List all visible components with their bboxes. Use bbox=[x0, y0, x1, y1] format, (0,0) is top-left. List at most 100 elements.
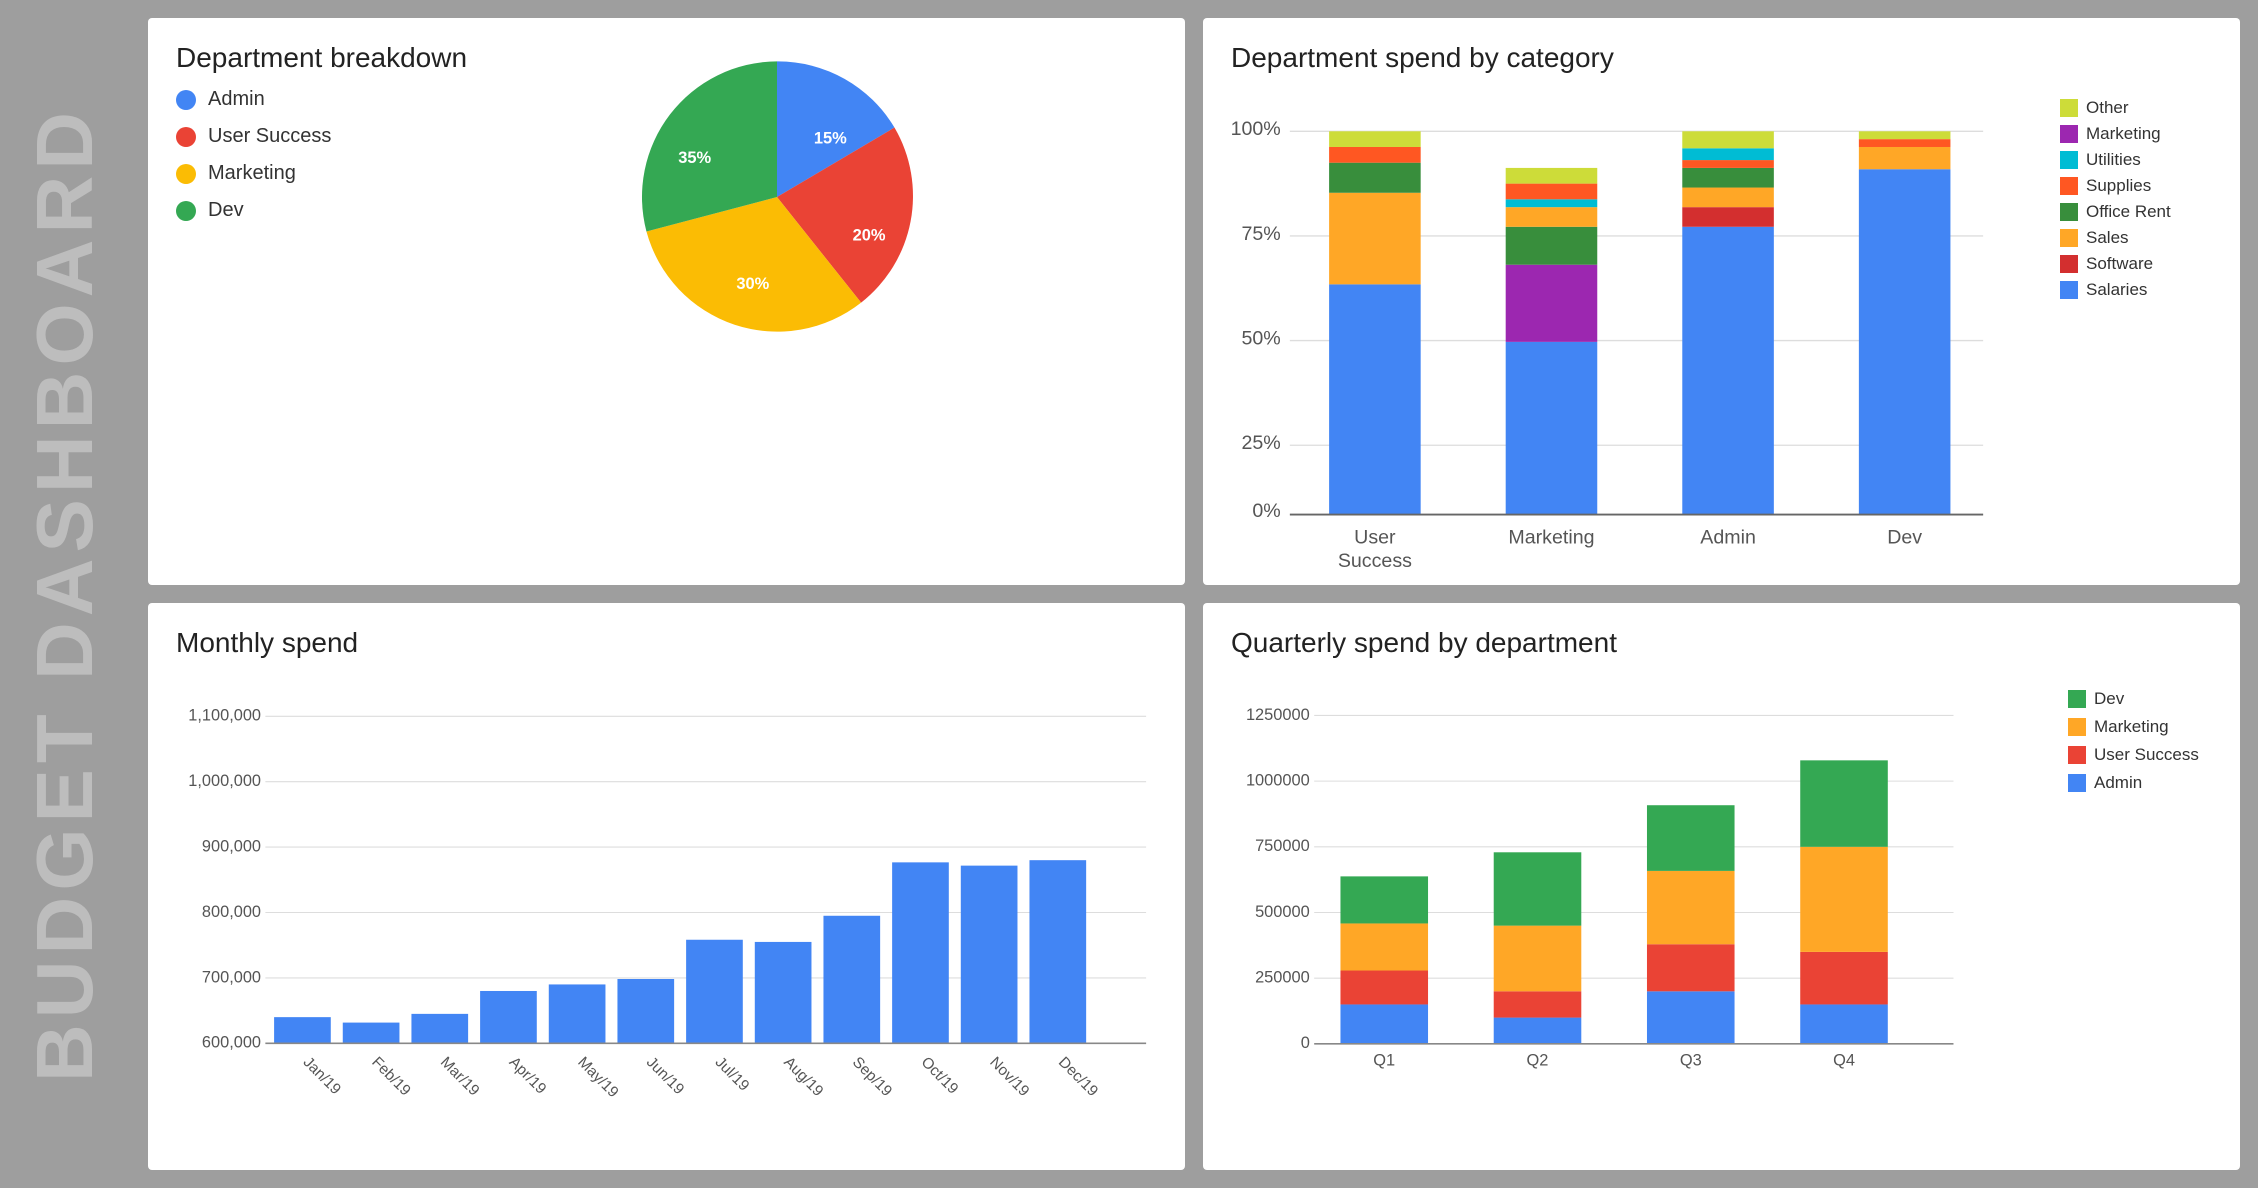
y-25: 25% bbox=[1241, 432, 1280, 454]
q3-marketing bbox=[1647, 871, 1735, 944]
bar-dev-sales bbox=[1859, 147, 1951, 169]
bar-mkt-officerent bbox=[1506, 227, 1598, 265]
label-q2: Q2 bbox=[1527, 1052, 1549, 1070]
label-q4: Q4 bbox=[1833, 1052, 1855, 1070]
label-admin: Admin bbox=[1700, 526, 1756, 548]
label-mar: Mar/19 bbox=[437, 1054, 483, 1100]
quarterly-spend-card: Quarterly spend by department 1250000 10… bbox=[1203, 603, 2240, 1170]
bar-nov bbox=[961, 866, 1018, 1044]
mkt-sq bbox=[2060, 125, 2078, 143]
bar-adm-utilities bbox=[1682, 148, 1774, 160]
label-sep: Sep/19 bbox=[849, 1054, 895, 1100]
q1-dev bbox=[1340, 876, 1428, 923]
y-900000: 900,000 bbox=[202, 837, 261, 855]
q2-usersuccess bbox=[1494, 991, 1582, 1017]
monthly-spend-card: Monthly spend 1,100,000 1,000,000 900,00… bbox=[148, 603, 1185, 1170]
ql-usersuccess: User Success bbox=[2068, 745, 2212, 765]
ql-admin-label: Admin bbox=[2094, 773, 2142, 793]
bar-us-sales bbox=[1329, 193, 1421, 285]
stacked-bar-title: Department spend by category bbox=[1231, 42, 2212, 74]
bar-dec bbox=[1029, 860, 1086, 1043]
pie-container: 15% 20% 30% 35% bbox=[396, 42, 1157, 352]
bar-jun bbox=[617, 979, 674, 1043]
bar-dev-other bbox=[1859, 131, 1951, 139]
label-dec: Dec/19 bbox=[1055, 1054, 1101, 1100]
label-feb: Feb/19 bbox=[368, 1054, 414, 1100]
q3-usersuccess bbox=[1647, 944, 1735, 991]
ql-admin: Admin bbox=[2068, 773, 2212, 793]
quarterly-legend: Dev Marketing User Success Admin bbox=[2052, 673, 2212, 1152]
y-50: 50% bbox=[1241, 328, 1280, 350]
bar-mkt-salaries bbox=[1506, 342, 1598, 515]
label-jul: Jul/19 bbox=[712, 1054, 753, 1095]
qy-0: 0 bbox=[1301, 1034, 1310, 1052]
stacked-bar-svg: 100% 75% 50% 25% 0% bbox=[1231, 88, 2042, 567]
y-600000: 600,000 bbox=[202, 1034, 261, 1052]
label-jan: Jan/19 bbox=[300, 1054, 344, 1098]
label-q3: Q3 bbox=[1680, 1052, 1702, 1070]
legend-officerent: Office Rent bbox=[2060, 202, 2212, 222]
bar-adm-other bbox=[1682, 131, 1774, 148]
pie-user-success-label: 20% bbox=[852, 227, 885, 245]
y-75: 75% bbox=[1241, 223, 1280, 245]
qy-750000: 750000 bbox=[1255, 837, 1310, 855]
bar-adm-officerent bbox=[1682, 168, 1774, 188]
bar-dev-supplies bbox=[1859, 139, 1951, 147]
bar-us-officerent bbox=[1329, 163, 1421, 193]
sidebar: BUDGET DASHBOARD bbox=[0, 0, 130, 1188]
marketing-label: Marketing bbox=[208, 162, 296, 185]
bar-may bbox=[549, 984, 606, 1043]
qy-1250000: 1250000 bbox=[1246, 706, 1310, 724]
q1-usersuccess bbox=[1340, 971, 1428, 1005]
pie-dev-label: 35% bbox=[678, 149, 711, 167]
quarterly-spend-title: Quarterly spend by department bbox=[1231, 627, 2212, 659]
pie-admin-label: 15% bbox=[813, 130, 846, 148]
other-label: Other bbox=[2086, 98, 2129, 118]
legend-supplies: Supplies bbox=[2060, 176, 2212, 196]
label-user-success2: Success bbox=[1338, 550, 1412, 567]
y-1100000: 1,100,000 bbox=[188, 707, 261, 725]
software-label: Software bbox=[2086, 254, 2153, 274]
bar-mar bbox=[411, 1014, 468, 1043]
pie-chart-card: Department breakdown Admin User Success … bbox=[148, 18, 1185, 585]
bar-sep bbox=[823, 916, 880, 1044]
salaries-label: Salaries bbox=[2086, 280, 2147, 300]
mkt-label: Marketing bbox=[2086, 124, 2161, 144]
supplies-label: Supplies bbox=[2086, 176, 2151, 196]
bar-jan bbox=[274, 1017, 331, 1043]
officerent-sq bbox=[2060, 203, 2078, 221]
bar-mkt-utilities bbox=[1506, 199, 1598, 207]
y-1000000: 1,000,000 bbox=[188, 772, 261, 790]
bar-mkt-marketing bbox=[1506, 265, 1598, 342]
legend-admin: Admin bbox=[176, 88, 467, 111]
officerent-label: Office Rent bbox=[2086, 202, 2171, 222]
y-0: 0% bbox=[1252, 500, 1280, 522]
legend-util: Utilities bbox=[2060, 150, 2212, 170]
bar-aug bbox=[755, 942, 812, 1043]
dev-label: Dev bbox=[208, 199, 244, 222]
ql-marketing: Marketing bbox=[2068, 717, 2212, 737]
label-dev: Dev bbox=[1887, 526, 1922, 548]
pie-legend: Admin User Success Marketing Dev bbox=[176, 88, 467, 222]
ql-usersuccess-label: User Success bbox=[2094, 745, 2199, 765]
util-label: Utilities bbox=[2086, 150, 2141, 170]
label-apr: Apr/19 bbox=[506, 1054, 550, 1098]
bar-us-other bbox=[1329, 131, 1421, 147]
label-jun: Jun/19 bbox=[643, 1054, 687, 1098]
legend-dev: Dev bbox=[176, 199, 467, 222]
user-success-label: User Success bbox=[208, 125, 331, 148]
bar-jul bbox=[686, 940, 743, 1044]
ql-dev-label: Dev bbox=[2094, 689, 2124, 709]
ql-dev: Dev bbox=[2068, 689, 2212, 709]
marketing-dot bbox=[176, 164, 196, 184]
qy-500000: 500000 bbox=[1255, 903, 1310, 921]
monthly-spend-svg: 1,100,000 1,000,000 900,000 800,000 700,… bbox=[176, 673, 1157, 1152]
bar-adm-software bbox=[1682, 207, 1774, 227]
label-marketing: Marketing bbox=[1508, 526, 1594, 548]
legend-sales: Sales bbox=[2060, 228, 2212, 248]
q2-dev bbox=[1494, 852, 1582, 925]
bar-mkt-other bbox=[1506, 168, 1598, 184]
pie-chart-title: Department breakdown bbox=[176, 42, 467, 74]
sales-sq bbox=[2060, 229, 2078, 247]
legend-other: Other bbox=[2060, 98, 2212, 118]
